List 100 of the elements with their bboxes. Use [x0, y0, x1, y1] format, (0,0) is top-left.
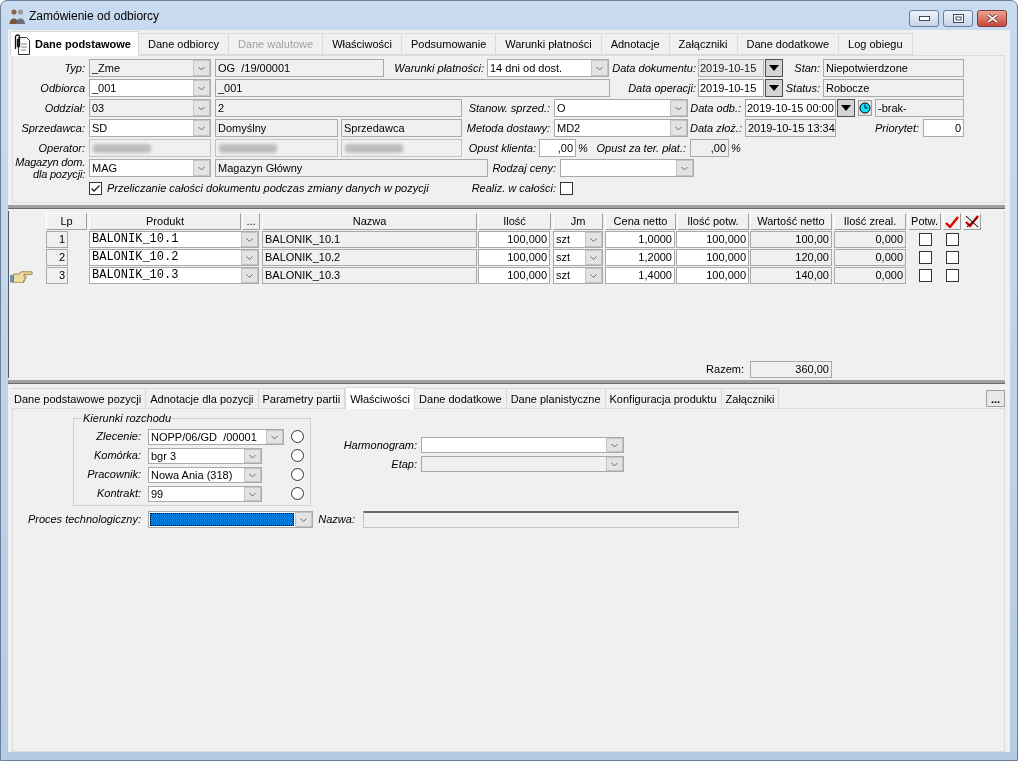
- date-field[interactable]: 2019-10-15 00:00: [745, 99, 836, 117]
- tab[interactable]: Dane dodatkowe: [737, 33, 840, 55]
- chevron-down-icon[interactable]: [295, 512, 312, 527]
- dropdown-field[interactable]: MAG: [89, 159, 211, 177]
- tab[interactable]: Adnotacje: [601, 33, 670, 55]
- column-header[interactable]: Potw.: [908, 213, 941, 230]
- dropdown-field[interactable]: NOPP/06/GD /00001: [148, 428, 284, 445]
- dropdown-field[interactable]: 14 dni od dost.: [487, 59, 609, 77]
- dropdown-field[interactable]: _001: [89, 79, 211, 97]
- radio-button[interactable]: [291, 468, 304, 481]
- chevron-down-icon[interactable]: [244, 448, 261, 463]
- column-header[interactable]: Lp: [46, 213, 87, 230]
- table-cell[interactable]: 1,0000: [605, 231, 675, 248]
- column-header[interactable]: [963, 213, 981, 230]
- chevron-down-icon[interactable]: [193, 120, 210, 136]
- dropdown-field[interactable]: O: [554, 99, 688, 117]
- chevron-down-icon[interactable]: [193, 80, 210, 96]
- tab[interactable]: Adnotacje dla pozycji: [146, 388, 259, 408]
- tab[interactable]: Załączniki: [669, 33, 738, 55]
- chevron-down-icon[interactable]: [670, 120, 687, 136]
- chevron-down-icon[interactable]: [606, 457, 623, 471]
- tab[interactable]: Warunki płatności: [496, 33, 602, 55]
- tab[interactable]: Konfiguracja produktu: [605, 388, 722, 408]
- checkbox[interactable]: [919, 251, 932, 264]
- date-field[interactable]: 2019-10-15: [698, 79, 764, 97]
- minimize-button[interactable]: [909, 10, 939, 27]
- dropdown-field[interactable]: BALONIK_10.2: [89, 249, 259, 266]
- tab[interactable]: Dane dodatkowe: [415, 388, 507, 408]
- column-header[interactable]: Ilość potw.: [677, 213, 749, 230]
- dropdown-field[interactable]: Nowa Ania (318): [148, 466, 262, 483]
- tab[interactable]: Log obiegu: [839, 33, 913, 55]
- chevron-down-icon[interactable]: [241, 232, 258, 247]
- dropdown-button[interactable]: [765, 79, 783, 97]
- tab[interactable]: Dane planistyczne: [506, 388, 606, 408]
- column-header[interactable]: Wartość netto: [750, 213, 832, 230]
- dropdown-field[interactable]: BALONIK_10.3: [89, 267, 259, 284]
- tab[interactable]: Załączniki: [721, 388, 780, 408]
- dropdown-field[interactable]: SD: [89, 119, 211, 137]
- chevron-down-icon[interactable]: [676, 160, 693, 176]
- chevron-down-icon[interactable]: [591, 60, 608, 76]
- chevron-down-icon[interactable]: [244, 486, 261, 501]
- dropdown-field[interactable]: [421, 437, 624, 453]
- tab[interactable]: Dane odbiorcy: [138, 33, 229, 55]
- close-button[interactable]: [977, 10, 1007, 27]
- column-header[interactable]: Ilość zreal.: [834, 213, 906, 230]
- column-header[interactable]: Nazwa: [262, 213, 477, 230]
- tab[interactable]: Właściwości: [345, 387, 416, 409]
- chevron-down-icon[interactable]: [193, 60, 210, 76]
- dropdown-field[interactable]: 03: [89, 99, 211, 117]
- number-input[interactable]: 0: [923, 119, 964, 137]
- chevron-down-icon[interactable]: [241, 250, 258, 265]
- table-cell[interactable]: 100,000: [676, 249, 749, 266]
- dropdown-button[interactable]: [765, 59, 783, 77]
- table-cell[interactable]: 100,000: [478, 267, 550, 284]
- table-cell[interactable]: 100,000: [676, 267, 749, 284]
- radio-button[interactable]: [291, 430, 304, 443]
- tab[interactable]: Podsumowanie: [402, 33, 497, 55]
- chevron-down-icon[interactable]: [585, 250, 602, 265]
- radio-button[interactable]: [291, 449, 304, 462]
- dropdown-button[interactable]: [837, 99, 855, 117]
- chevron-down-icon[interactable]: [244, 467, 261, 482]
- checkbox[interactable]: [89, 181, 102, 195]
- dropdown-field[interactable]: _Zme: [89, 59, 211, 77]
- checkbox[interactable]: [946, 233, 959, 246]
- dropdown-field[interactable]: [421, 456, 624, 472]
- dropdown-field[interactable]: [148, 511, 313, 528]
- tab[interactable]: Dane podstawowe: [10, 31, 139, 56]
- dropdown-field[interactable]: 99: [148, 485, 262, 502]
- table-cell[interactable]: 100,000: [478, 249, 550, 266]
- clock-button[interactable]: [858, 100, 872, 116]
- table-cell[interactable]: 100,000: [478, 231, 550, 248]
- table-cell[interactable]: 1,4000: [605, 267, 675, 284]
- dropdown-field[interactable]: szt: [553, 231, 603, 248]
- tab[interactable]: Parametry partii: [258, 388, 346, 408]
- column-header[interactable]: Jm: [553, 213, 603, 230]
- dropdown-field[interactable]: BALONIK_10.1: [89, 231, 259, 248]
- table-cell[interactable]: 1,2000: [605, 249, 675, 266]
- chevron-down-icon[interactable]: [266, 429, 283, 444]
- table-cell[interactable]: 100,000: [676, 231, 749, 248]
- dropdown-field[interactable]: szt: [553, 249, 603, 266]
- number-input[interactable]: ,00: [539, 139, 576, 157]
- dropdown-field[interactable]: szt: [553, 267, 603, 284]
- maximize-button[interactable]: [943, 10, 973, 27]
- dropdown-field[interactable]: [560, 159, 694, 177]
- dropdown-field[interactable]: MD2: [554, 119, 688, 137]
- checkbox[interactable]: [560, 181, 573, 195]
- dropdown-field[interactable]: bgr 3: [148, 447, 262, 464]
- chevron-down-icon[interactable]: [193, 160, 210, 176]
- chevron-down-icon[interactable]: [606, 438, 623, 452]
- chevron-down-icon[interactable]: [585, 268, 602, 283]
- checkbox[interactable]: [919, 233, 932, 246]
- column-header[interactable]: Ilość: [478, 213, 551, 230]
- radio-button[interactable]: [291, 487, 304, 500]
- date-field[interactable]: 2019-10-15: [698, 59, 764, 77]
- column-header[interactable]: Produkt: [89, 213, 241, 230]
- checkbox[interactable]: [946, 269, 959, 282]
- chevron-down-icon[interactable]: [585, 232, 602, 247]
- tab[interactable]: Dane podstawowe pozycji: [10, 388, 147, 408]
- chevron-down-icon[interactable]: [193, 100, 210, 116]
- column-header[interactable]: ...: [242, 213, 260, 230]
